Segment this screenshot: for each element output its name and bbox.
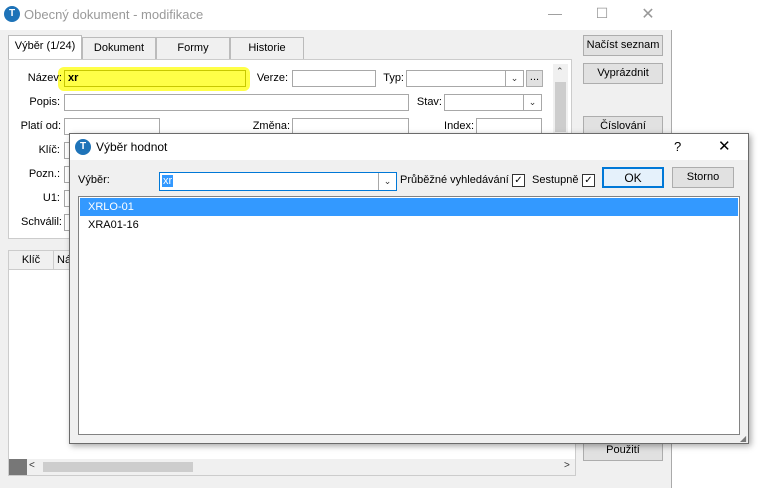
- dialog-title: Výběr hodnot: [96, 140, 168, 154]
- verze-label: Verze:: [256, 72, 288, 84]
- vyber-hodnot-dialog: T Výběr hodnot ? ✕ Výběr: xr ⌄ Průběžné …: [69, 133, 749, 444]
- verze-input[interactable]: [292, 70, 376, 87]
- sestupne-checkbox[interactable]: ✓: [582, 174, 595, 187]
- grid-header-klic[interactable]: Klíč: [9, 251, 54, 269]
- typ-ellipsis-button[interactable]: ...: [526, 70, 543, 87]
- tab-formy[interactable]: Formy: [156, 37, 230, 59]
- vyber-combobox[interactable]: xr ⌄: [159, 172, 397, 191]
- close-icon[interactable]: ✕: [718, 137, 731, 155]
- scroll-right-icon[interactable]: >: [564, 460, 570, 471]
- app-logo-icon: T: [75, 139, 91, 155]
- main-title-bar: T Obecný dokument - modifikace — ☐ ✕: [0, 0, 672, 30]
- typ-label: Typ:: [383, 72, 404, 84]
- chevron-down-icon[interactable]: ⌄: [505, 71, 523, 86]
- values-list[interactable]: XRLO-01 XRA01-16: [78, 196, 740, 435]
- scroll-up-icon[interactable]: ⌃: [556, 66, 564, 77]
- resize-grip-icon[interactable]: ◢: [740, 434, 746, 443]
- typ-select[interactable]: ⌄: [406, 70, 524, 87]
- nacist-seznam-button[interactable]: Načíst seznam: [583, 35, 663, 56]
- list-item[interactable]: XRLO-01: [80, 198, 738, 216]
- maximize-icon[interactable]: ☐: [588, 5, 616, 22]
- close-icon[interactable]: ✕: [634, 4, 662, 24]
- chevron-down-icon[interactable]: ⌄: [523, 95, 541, 110]
- main-window-title: Obecný dokument - modifikace: [24, 7, 204, 22]
- u1-label: U1:: [42, 192, 60, 204]
- vyprazdnit-button[interactable]: Vyprázdnit: [583, 63, 663, 84]
- chevron-down-icon[interactable]: ⌄: [378, 173, 396, 190]
- prubezne-checkbox[interactable]: ✓: [512, 174, 525, 187]
- scroll-left-icon[interactable]: <: [29, 460, 35, 471]
- vyber-label: Výběr:: [78, 174, 110, 186]
- list-item[interactable]: XRA01-16: [80, 216, 738, 234]
- klic-label: Klíč:: [38, 144, 60, 156]
- scroll-thumb[interactable]: [555, 82, 566, 132]
- minimize-icon[interactable]: —: [541, 5, 569, 21]
- pozn-label: Pozn.:: [28, 168, 60, 180]
- index-label: Index:: [444, 120, 474, 132]
- grid-corner: [9, 459, 27, 475]
- form-scrollbar[interactable]: ⌃: [553, 64, 568, 136]
- sestupne-label: Sestupně: [532, 174, 579, 186]
- zmena-label: Změna:: [252, 120, 290, 132]
- prubezne-label: Průběžné vyhledávání: [400, 174, 509, 186]
- ok-button[interactable]: OK: [602, 167, 664, 188]
- tab-vyber[interactable]: Výběr (1/24): [8, 35, 82, 60]
- vyber-combobox-value: xr: [162, 175, 174, 187]
- grid-hscroll-thumb[interactable]: [43, 462, 193, 472]
- nazev-input-value: xr: [68, 72, 79, 84]
- help-icon[interactable]: ?: [674, 139, 681, 154]
- stav-select[interactable]: ⌄: [444, 94, 542, 111]
- storno-button[interactable]: Storno: [672, 167, 734, 188]
- app-logo-icon: T: [4, 6, 20, 22]
- dialog-title-bar: T Výběr hodnot ? ✕: [70, 134, 748, 160]
- stav-label: Stav:: [416, 96, 442, 108]
- plati-od-label: Platí od:: [20, 120, 61, 132]
- popis-label: Popis:: [29, 96, 60, 108]
- tab-historie[interactable]: Historie: [230, 37, 304, 59]
- schvalil-label: Schválil:: [21, 216, 62, 228]
- popis-input[interactable]: [64, 94, 409, 111]
- grid-hscrollbar[interactable]: < >: [9, 459, 575, 475]
- nazev-label: Název:: [27, 72, 62, 84]
- tab-dokument[interactable]: Dokument: [82, 37, 156, 59]
- nazev-input[interactable]: xr: [64, 70, 246, 87]
